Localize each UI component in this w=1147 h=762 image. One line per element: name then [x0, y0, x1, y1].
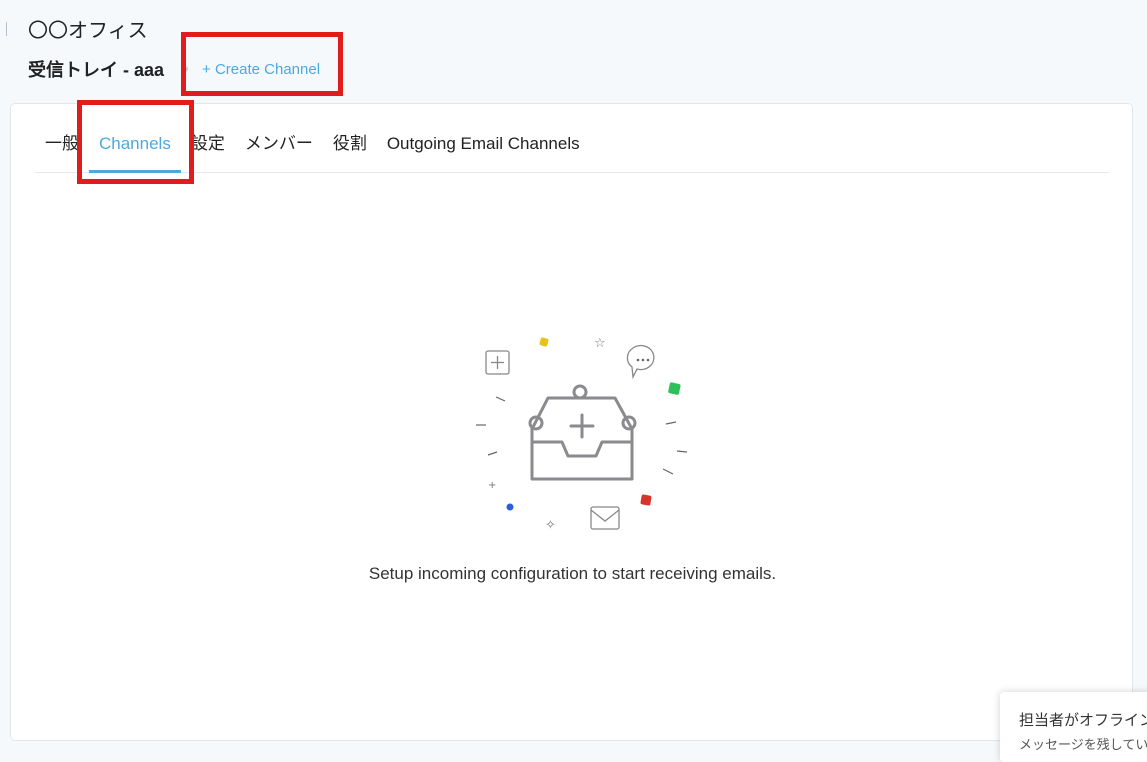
inbox-header: 受信トレイ - aaa + Create Channel — [28, 57, 320, 81]
svg-text:☆: ☆ — [594, 336, 606, 351]
inbox-title: 受信トレイ - aaa — [28, 60, 165, 80]
tab-general[interactable]: 一般 — [35, 104, 89, 172]
tab-channels[interactable]: Channels — [89, 104, 181, 173]
tab-members[interactable]: メンバー — [235, 104, 323, 172]
inbox-plus-icon: ☆ + ✧ — [476, 336, 688, 533]
chat-popup-title: 担当者がオフライン — [1019, 712, 1147, 729]
tab-outgoing-email-channels[interactable]: Outgoing Email Channels — [377, 104, 590, 172]
tab-settings[interactable]: 設定 — [181, 104, 235, 172]
chat-widget-popup[interactable]: 担当者がオフライン メッセージを残してい — [1000, 692, 1147, 762]
separator-dot — [182, 66, 189, 72]
chat-popup-subtitle: メッセージを残してい — [1019, 737, 1147, 752]
edge-divider — [6, 22, 7, 36]
workspace-title: 〇〇オフィス — [28, 20, 148, 42]
tab-roles[interactable]: 役割 — [323, 104, 377, 172]
settings-tabs: 一般 Channels 設定 メンバー 役割 Outgoing Email Ch… — [35, 104, 1109, 173]
svg-text:✧: ✧ — [545, 518, 556, 533]
svg-text:+: + — [488, 480, 496, 491]
create-channel-link[interactable]: + Create Channel — [202, 61, 320, 78]
inbox-settings-card: 一般 Channels 設定 メンバー 役割 Outgoing Email Ch… — [10, 103, 1133, 741]
empty-state-message: Setup incoming configuration to start re… — [368, 564, 777, 583]
